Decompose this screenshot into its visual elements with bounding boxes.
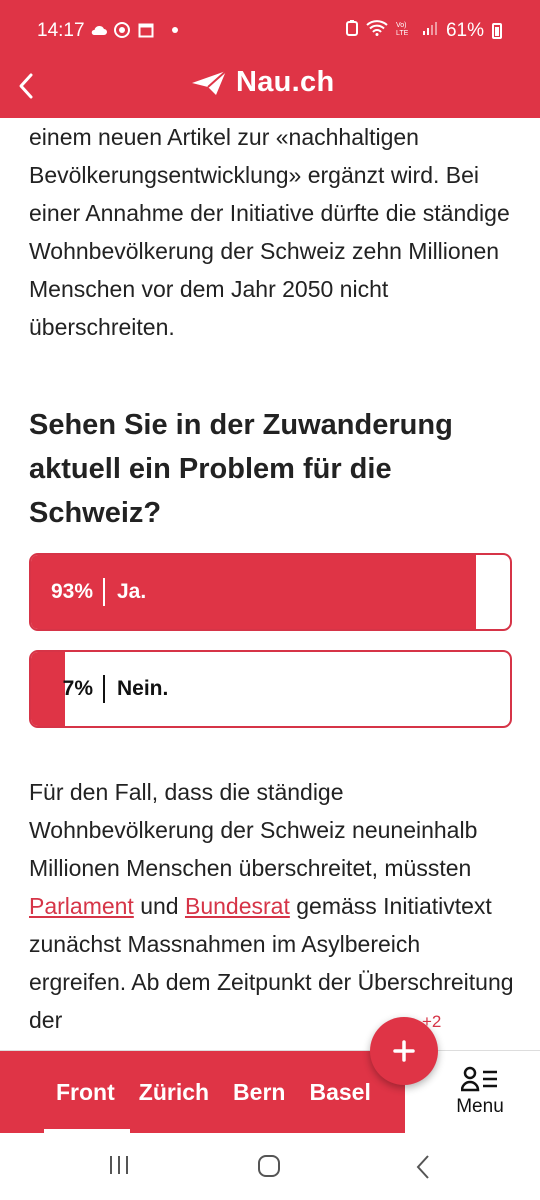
menu-user-icon — [461, 1066, 497, 1092]
fab-badge: +2 — [422, 1012, 442, 1031]
calendar-icon — [138, 22, 156, 38]
poll-separator — [103, 578, 105, 606]
poll-answer: Ja. — [117, 580, 147, 603]
signal-icon — [422, 20, 438, 42]
status-time: 14:17 — [37, 20, 85, 41]
region-tabs: Front Zürich Bern Basel — [0, 1051, 405, 1133]
notification-dot — [172, 27, 178, 33]
paper-plane-icon — [192, 69, 227, 95]
poll-separator — [103, 675, 105, 703]
chrome-icon — [114, 22, 132, 38]
status-right: Vo) LTE 61% — [345, 20, 502, 42]
svg-text:LTE: LTE — [396, 30, 409, 36]
poll-answer: Nein. — [117, 677, 169, 700]
site-logo[interactable]: Nau.ch — [190, 66, 335, 99]
battery-icon — [492, 23, 502, 39]
poll-option-label: 93% Ja. — [31, 555, 146, 629]
system-navigation-bar — [0, 1134, 540, 1200]
home-icon[interactable] — [258, 1155, 280, 1177]
system-back-icon[interactable] — [415, 1154, 431, 1180]
poll-option-nein[interactable]: 7% Nein. — [29, 650, 512, 728]
tab-zuerich[interactable]: Zürich — [139, 1051, 209, 1133]
volte-icon: Vo) LTE — [396, 20, 414, 42]
poll-question: Sehen Sie in der Zuwanderung aktuell ein… — [29, 409, 453, 529]
menu-button[interactable]: Menu — [420, 1051, 540, 1133]
svg-text:Vo): Vo) — [396, 22, 407, 29]
link-bundesrat[interactable]: Bundesrat — [185, 893, 290, 919]
tab-front[interactable]: Front — [56, 1051, 115, 1133]
logo-text: Nau.ch — [236, 66, 335, 98]
back-button[interactable] — [4, 64, 48, 108]
poll-option-ja[interactable]: 93% Ja. — [29, 553, 512, 631]
poll-option-label: 7% Nein. — [31, 652, 168, 726]
article-paragraph-2: Für den Fall, dass die ständige Wohnbevö… — [29, 773, 519, 1039]
link-parlament[interactable]: Parlament — [29, 893, 134, 919]
cloud-icon — [90, 22, 108, 38]
menu-label: Menu — [456, 1096, 504, 1117]
status-bar: 14:17 Vo) LTE 61% — [0, 0, 540, 60]
battery-percent: 61% — [445, 20, 484, 41]
active-tab-indicator — [44, 1129, 130, 1133]
paragraph-text: Für den Fall, dass die ständige Wohnbevö… — [29, 779, 478, 881]
chevron-left-icon — [19, 73, 33, 99]
recents-icon[interactable] — [110, 1156, 128, 1174]
app-header: Nau.ch — [0, 60, 540, 118]
wifi-icon — [366, 20, 388, 42]
poll-percent: 93% — [50, 580, 93, 603]
article-paragraph: einem neuen Artikel zur «nachhaltigen Be… — [29, 124, 510, 340]
paragraph-text: und — [133, 893, 185, 919]
plus-icon — [393, 1040, 415, 1062]
tab-basel[interactable]: Basel — [309, 1051, 370, 1133]
battery-saver-icon — [345, 20, 358, 42]
tab-bern[interactable]: Bern — [233, 1051, 285, 1133]
bottom-navigation: Front Zürich Bern Basel Menu — [0, 1050, 540, 1133]
status-left-icons — [90, 22, 178, 38]
poll-percent: 7% — [62, 677, 93, 700]
